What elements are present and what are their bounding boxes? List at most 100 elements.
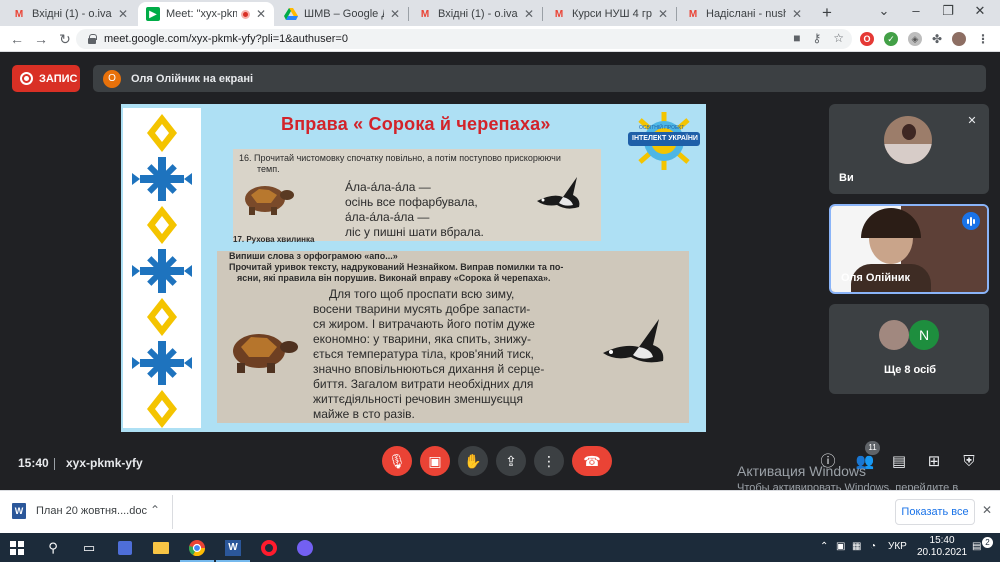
exercise-instruction-2: Прочитай уривок тексту, надрукований Нез… xyxy=(229,262,564,272)
word-doc-icon: W xyxy=(12,503,26,519)
word-icon[interactable]: W xyxy=(222,537,244,559)
wifi-icon[interactable]: ◔ xyxy=(870,541,876,552)
profile-avatar[interactable] xyxy=(952,32,966,46)
present-icon: ⇪ xyxy=(505,452,517,469)
exercise-17-cut: 17. Рухова хвилинка xyxy=(233,235,315,244)
participant-name: Оля Олійник xyxy=(841,272,911,284)
address-bar[interactable]: meet.google.com/xyx-pkmk-yfy?pli=1&authu… xyxy=(76,29,852,49)
opera-icon[interactable] xyxy=(258,537,280,559)
tab-title: Курси НУШ 4 група - xyxy=(572,8,652,20)
textbook-excerpt-1: 16. Прочитай чистомовку спочатку повільн… xyxy=(233,149,601,244)
poem-line-3: а́ла-а́ла-а́ла — xyxy=(345,210,430,224)
tray-app-icon[interactable]: ▣ xyxy=(836,541,845,552)
key-icon[interactable]: ⚷ xyxy=(812,31,821,45)
passage-line-3: ся жиром. І витрачають його потім дуже xyxy=(313,317,535,331)
close-icon[interactable]: ✕ xyxy=(256,7,266,21)
avatar xyxy=(884,116,932,164)
tray-app-icon[interactable]: ▦ xyxy=(852,541,861,552)
tab-gmail-inbox-1[interactable]: M Вхідні (1) - o.ivanochk ✕ xyxy=(4,2,136,26)
avatar xyxy=(879,320,909,350)
task-view-icon[interactable]: ▭ xyxy=(78,537,100,559)
close-icon[interactable]: ✕ xyxy=(524,7,534,21)
tab-title: ШМВ – Google Диск xyxy=(304,8,384,20)
reload-icon[interactable]: ↻ xyxy=(56,30,74,48)
close-icon[interactable]: ✕ xyxy=(390,7,400,21)
tab-sent-mail[interactable]: M Надіслані - nush@ipp ✕ xyxy=(678,2,810,26)
close-icon[interactable]: ✕ xyxy=(982,503,992,517)
viber-icon[interactable] xyxy=(294,537,316,559)
mic-toggle-button[interactable]: 🎙 xyxy=(382,446,412,476)
passage-line-1: Для того щоб проспати всю зиму, xyxy=(329,287,515,301)
ukrainian-ornament xyxy=(123,108,201,428)
poem-line-2: осінь все пофарбувала, xyxy=(345,195,478,209)
windows-start-icon[interactable] xyxy=(6,537,28,559)
more-vert-icon: ⋮ xyxy=(542,452,556,469)
close-icon[interactable]: ✕ xyxy=(658,7,668,21)
close-icon[interactable]: ✕ xyxy=(792,7,802,21)
extension-icon[interactable]: ◈ xyxy=(908,32,922,46)
raise-hand-button[interactable]: ✋ xyxy=(458,446,488,476)
forward-icon[interactable]: → xyxy=(32,30,50,48)
participant-tile-self[interactable]: ✕ Ви xyxy=(829,104,989,194)
tab-search-icon[interactable]: ⌄ xyxy=(874,3,894,19)
notification-count-badge: 2 xyxy=(982,537,993,548)
presenting-banner: О Оля Олійник на екрані xyxy=(93,65,986,92)
passage-line-5: ється температура тіла, кров'яний тиск, xyxy=(313,347,534,361)
search-icon[interactable]: ⚲ xyxy=(42,537,64,559)
language-indicator[interactable]: УКР xyxy=(888,541,907,552)
gmail-icon: M xyxy=(688,8,698,20)
download-shelf: W План 20 жовтня....doc ⌃ Показать все ✕ xyxy=(0,490,1000,533)
more-options-button[interactable]: ⋮ xyxy=(534,446,564,476)
tab-title: Вхідні (1) - o.ivanochk xyxy=(32,8,112,20)
tab-nush-course[interactable]: M Курси НУШ 4 група - ✕ xyxy=(544,2,676,26)
exercise-16-instruction-2: темп. xyxy=(257,164,280,174)
exercise-instruction-1: Випиши слова з орфограмою «апо...» xyxy=(229,251,398,261)
back-icon[interactable]: ← xyxy=(8,30,26,48)
opera-extension-icon[interactable]: O xyxy=(860,32,874,46)
turtle-icon xyxy=(233,334,298,373)
notifications-icon[interactable]: ▤ xyxy=(972,541,981,552)
meeting-time: 15:40 xyxy=(18,456,49,470)
camera-toggle-button[interactable]: ▣ xyxy=(420,446,450,476)
menu-icon[interactable]: ⋮ xyxy=(976,32,990,46)
minimize-icon[interactable]: – xyxy=(906,3,926,18)
mic-off-icon: ✕ xyxy=(967,115,977,127)
bookmark-star-icon[interactable]: ☆ xyxy=(833,31,844,45)
host-controls-icon[interactable]: ⛨ xyxy=(959,452,979,472)
shield-extension-icon[interactable]: ✓ xyxy=(884,32,898,46)
close-window-icon[interactable]: ✕ xyxy=(970,3,990,19)
activities-icon[interactable]: ⊞ xyxy=(924,452,944,472)
presenter-text: Оля Олійник на екрані xyxy=(131,72,254,85)
recording-button[interactable]: ЗАПИС xyxy=(12,65,80,92)
puzzle-icon[interactable]: ✤ xyxy=(930,32,944,46)
restore-icon[interactable]: ❐ xyxy=(938,3,958,19)
passage-line-8: життєдіяльності речовин зменшуєцця xyxy=(313,392,524,406)
participant-tile-others[interactable]: N Ще 8 осіб xyxy=(829,304,989,394)
recording-icon xyxy=(240,9,250,19)
poem-line-1: А́ла-а́ла-а́ла — xyxy=(345,180,431,194)
url-text: meet.google.com/xyx-pkmk-yfy?pli=1&authu… xyxy=(104,33,348,45)
chat-icon[interactable]: ▤ xyxy=(889,452,909,472)
participant-tile-olya[interactable]: Оля Олійник xyxy=(829,204,989,294)
exercise-instruction-3: ясни, які правила він порушив. Виконай в… xyxy=(237,273,551,283)
close-icon[interactable]: ✕ xyxy=(118,7,128,21)
tab-meet[interactable]: ▶ Meet: "хух-pkmk- ✕ xyxy=(138,2,274,26)
passage-line-7: биття. Загалом витрати необхідних для xyxy=(313,377,534,391)
mic-off-icon: 🎙 xyxy=(388,452,406,469)
record-icon xyxy=(20,72,33,85)
tab-google-drive[interactable]: ШМВ – Google Диск ✕ xyxy=(276,2,408,26)
exercise-16-instruction: 16. Прочитай чистомовку спочатку повільн… xyxy=(239,153,561,163)
file-explorer-icon[interactable] xyxy=(150,537,172,559)
leave-call-button[interactable]: ☎ xyxy=(572,446,612,476)
new-tab-button[interactable]: + xyxy=(818,4,836,22)
tab-gmail-inbox-2[interactable]: M Вхідні (1) - o.ivanochk ✕ xyxy=(410,2,542,26)
show-all-downloads-button[interactable]: Показать все xyxy=(895,499,975,525)
camera-icon[interactable]: ■ xyxy=(793,31,800,45)
system-clock[interactable]: 15:40 20.10.2021 xyxy=(917,535,967,559)
chevron-up-icon[interactable]: ⌃ xyxy=(150,503,160,517)
download-item[interactable]: W План 20 жовтня....doc xyxy=(12,503,147,519)
save-disk-icon[interactable] xyxy=(114,537,136,559)
present-now-button[interactable]: ⇪ xyxy=(496,446,526,476)
chrome-icon[interactable] xyxy=(186,537,208,559)
tray-chevron-icon[interactable]: ⌃ xyxy=(820,541,828,552)
